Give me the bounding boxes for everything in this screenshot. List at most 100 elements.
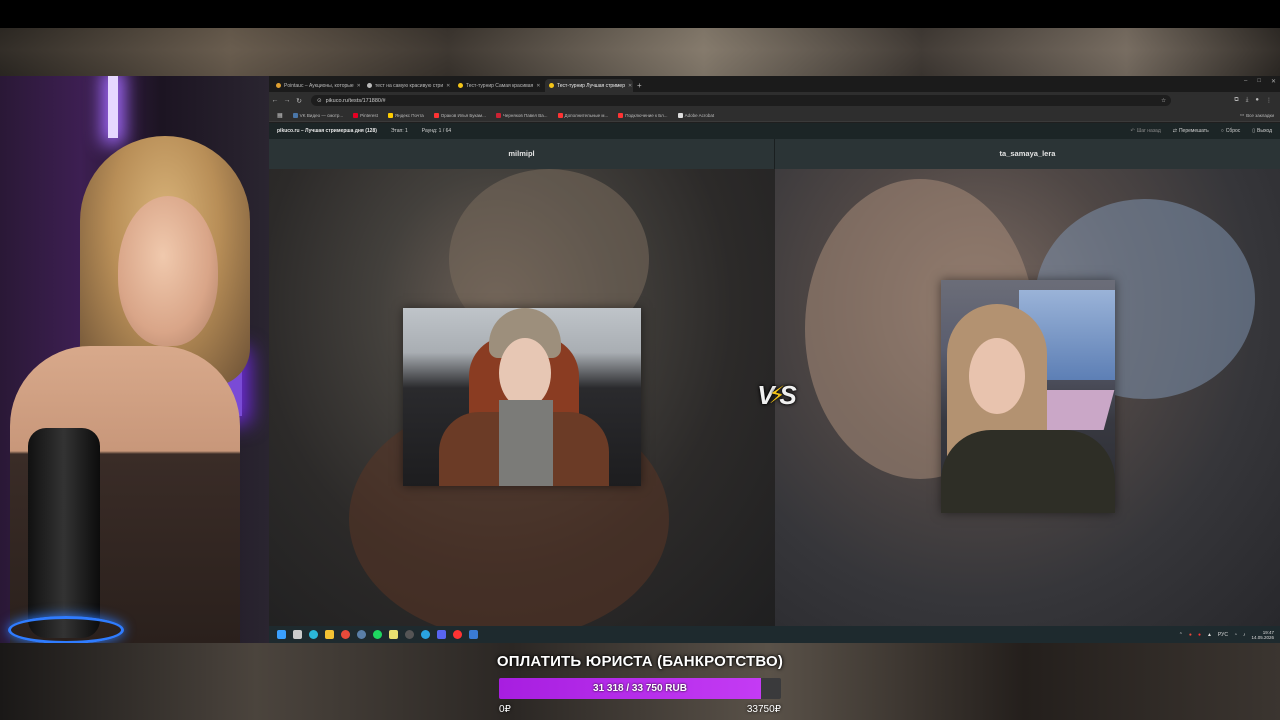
browser-tab-active[interactable]: Тест-турнир Лучшая стример ✕ <box>545 79 633 92</box>
wifi-icon[interactable]: ◔ <box>1234 632 1237 638</box>
bookmark-item[interactable]: Подключение к Бл... <box>618 112 668 118</box>
system-tray: ⌃ ● ● ▲ РУС ◔ ♪ 19:47 14.05.2026 <box>1179 630 1274 640</box>
reload-icon[interactable]: ↻ <box>293 97 305 105</box>
close-tab-icon[interactable]: ✕ <box>628 83 632 89</box>
all-bookmarks-button[interactable]: ▭ Все закладки <box>1240 112 1274 118</box>
address-bar[interactable]: ⊙ pikuco.ru/tests/171880/# ☆ <box>311 95 1171 106</box>
microphone <box>28 428 100 638</box>
folder-icon: ▭ <box>1239 112 1245 117</box>
close-tab-icon[interactable]: ✕ <box>446 83 450 89</box>
left-contestant-name[interactable]: milmipl <box>269 139 774 169</box>
spotify-icon[interactable] <box>373 630 382 639</box>
site-header: pikuco.ru – Лучшая стримерша дня (128) Э… <box>269 123 1280 139</box>
tray-app-icon[interactable]: ● <box>1198 632 1201 638</box>
menu-kebab-icon[interactable]: ⋮ <box>1266 97 1272 104</box>
bookmark-item[interactable]: Дополнительные м... <box>557 112 608 118</box>
photo-scarf <box>499 400 553 486</box>
pinterest-icon <box>353 112 359 118</box>
chevron-up-icon[interactable]: ⌃ <box>1179 632 1183 638</box>
browser-window: Pointauc – Аукционы, которые ✕ тест на са… <box>269 76 1280 643</box>
browser-tab[interactable]: Pointauc – Аукционы, которые ✕ <box>272 79 360 92</box>
obs-icon[interactable] <box>405 630 414 639</box>
windows-start-icon[interactable] <box>277 630 286 639</box>
forward-arrow-icon[interactable]: → <box>281 97 293 104</box>
file-explorer-icon[interactable] <box>325 630 334 639</box>
donation-goal-min: 0₽ <box>499 704 511 715</box>
edge-icon[interactable] <box>309 630 318 639</box>
bookmark-item[interactable]: Черняков Павел Ва... <box>495 112 548 118</box>
round-indicator: Раунд: 1 / 64 <box>421 128 452 134</box>
minimize-icon[interactable]: – <box>1244 78 1247 85</box>
close-tab-icon[interactable]: ✕ <box>357 83 360 89</box>
browser-tab[interactable]: Тест-турнир Самая красивая ✕ <box>454 79 542 92</box>
bookmark-star-icon[interactable]: ☆ <box>1161 98 1166 104</box>
left-contestant-photo[interactable] <box>403 308 641 486</box>
step-back-button[interactable]: ↶ Шаг назад <box>1130 128 1160 134</box>
pointauc-icon <box>276 83 281 88</box>
right-contestant-name[interactable]: ta_samaya_lera <box>774 139 1280 169</box>
bookmark-item[interactable]: Ораков Илья Букам... <box>433 112 486 118</box>
bookmark-item[interactable]: Pinterest <box>353 112 378 118</box>
windows-taskbar: ⌃ ● ● ▲ РУС ◔ ♪ 19:47 14.05.2026 <box>269 626 1280 643</box>
reset-button[interactable]: ○ Сброс <box>1221 128 1241 134</box>
neon-light <box>108 76 118 138</box>
exit-icon: ▯ <box>1252 128 1256 134</box>
app-icon[interactable] <box>389 630 398 639</box>
webcam-feed <box>0 76 269 643</box>
bookmark-item[interactable]: Adobe Acrobat <box>677 112 714 118</box>
bookmark-icon <box>433 112 439 118</box>
chrome-icon[interactable] <box>341 630 350 639</box>
photo-face <box>499 338 551 408</box>
telegram-icon[interactable] <box>421 630 430 639</box>
site-info-icon[interactable]: ⊙ <box>317 98 322 104</box>
extensions-icon[interactable]: ⧉ <box>1234 97 1238 104</box>
steam-icon[interactable] <box>357 630 366 639</box>
bookmark-item[interactable]: VK Видео — смотр... <box>292 112 343 118</box>
adobe-acrobat-icon <box>677 112 683 118</box>
bookmark-icon <box>618 112 624 118</box>
back-arrow-icon[interactable]: ← <box>269 97 281 104</box>
bookmark-icon <box>557 112 563 118</box>
maximize-icon[interactable]: □ <box>1257 78 1261 85</box>
close-window-icon[interactable]: ✕ <box>1271 78 1276 85</box>
versus-badge: V ⚡ S <box>757 379 797 410</box>
app2-icon[interactable] <box>469 630 478 639</box>
stage-indicator: Этап: 1 <box>390 128 408 134</box>
vk-icon <box>292 112 298 118</box>
microphone-ring-light <box>8 616 124 643</box>
right-choice-area[interactable] <box>774 169 1280 626</box>
volume-icon[interactable]: ♪ <box>1243 632 1246 638</box>
language-indicator[interactable]: РУС <box>1218 632 1228 638</box>
yandex-mail-icon <box>387 112 393 118</box>
contestant-names-bar: milmipl ta_samaya_lera <box>269 139 1280 169</box>
shuffle-button[interactable]: ⇄ Перемешать <box>1173 128 1209 134</box>
reset-icon: ○ <box>1220 128 1224 134</box>
donation-goal-bar: 31 318 / 33 750 RUB <box>499 678 781 699</box>
right-contestant-photo[interactable] <box>940 280 1115 513</box>
photo-hoodie <box>940 430 1115 513</box>
close-tab-icon[interactable]: ✕ <box>536 83 540 89</box>
left-choice-area[interactable] <box>269 169 775 626</box>
background-blur-top <box>0 28 1280 76</box>
clock-date: 14.05.2026 <box>1251 634 1274 640</box>
bookmark-item[interactable]: Яндекс Почта <box>387 112 424 118</box>
browser-tab[interactable]: тест на самую красивую стри ✕ <box>363 79 451 92</box>
network-icon[interactable]: ▲ <box>1207 632 1212 638</box>
donation-goal-title: ОПЛАТИТЬ ЮРИСТА (БАНКРОТСТВО) <box>496 653 784 670</box>
pikuco-icon <box>458 83 463 88</box>
discord-icon[interactable] <box>437 630 446 639</box>
pikuco-icon <box>549 83 554 88</box>
yandex-icon[interactable] <box>453 630 462 639</box>
navigation-bar: ← → ↻ ⊙ pikuco.ru/tests/171880/# ☆ ⧉ ⤓ ●… <box>269 92 1280 109</box>
site-title[interactable]: pikuco.ru – Лучшая стримерша дня (128) <box>277 128 377 134</box>
downloads-icon[interactable]: ⤓ <box>1246 97 1249 104</box>
exit-button[interactable]: ▯ Выход <box>1252 128 1272 134</box>
url-text: pikuco.ru/tests/171880/# <box>325 97 386 104</box>
bookmarks-bar: ▦ VK Видео — смотр... Pinterest Яндекс П… <box>269 109 1280 122</box>
task-view-icon[interactable] <box>293 630 302 639</box>
clock[interactable]: 19:47 14.05.2026 <box>1251 630 1274 640</box>
tray-app-icon[interactable]: ● <box>1189 632 1192 638</box>
apps-grid-icon[interactable]: ▦ <box>277 112 283 119</box>
profile-avatar-icon[interactable]: ● <box>1255 97 1259 104</box>
new-tab-button[interactable]: + <box>637 79 642 92</box>
